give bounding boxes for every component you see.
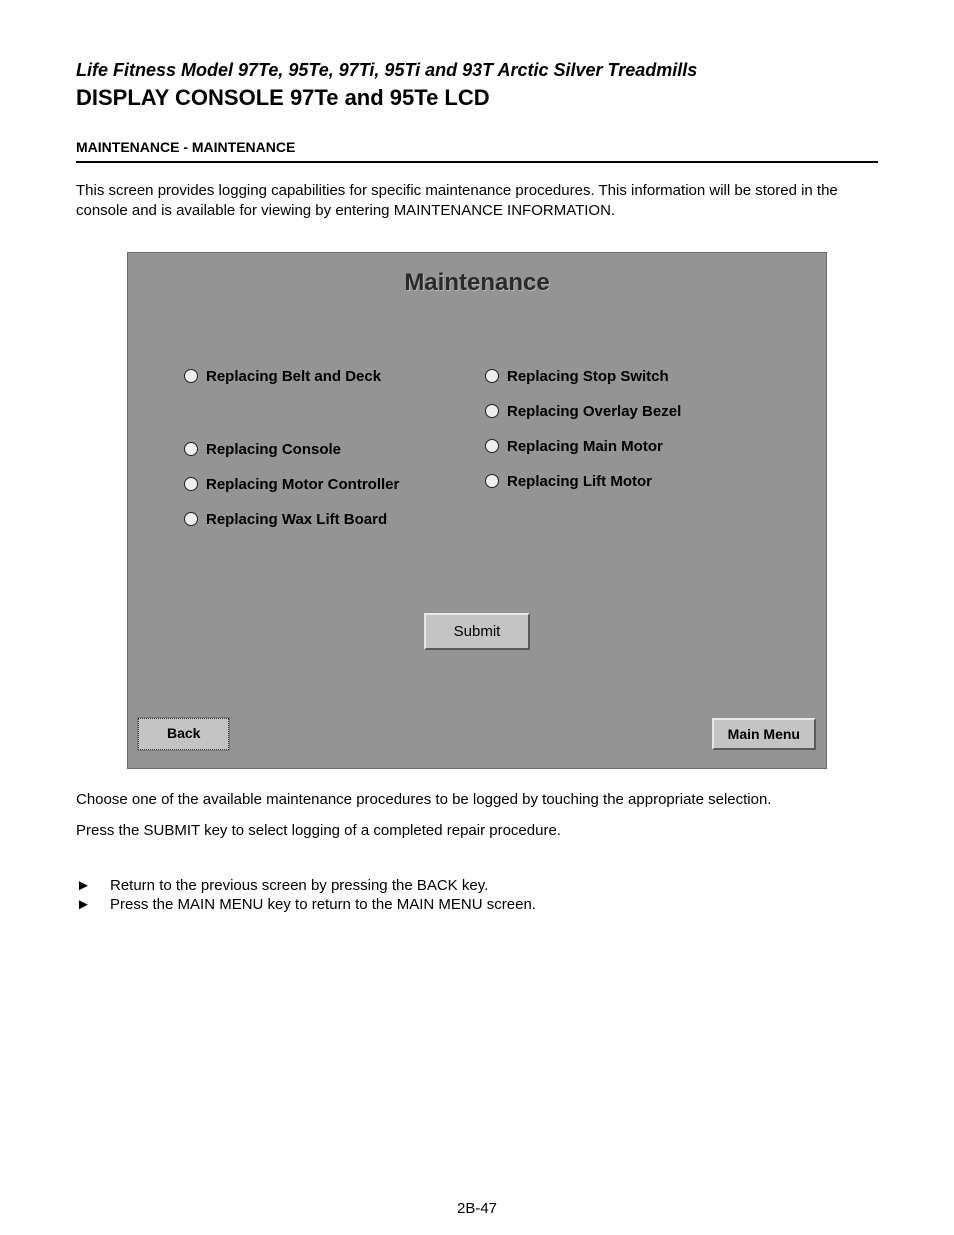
option-replacing-main-motor[interactable]: Replacing Main Motor [485,438,786,455]
options-left-column: Replacing Belt and Deck Replacing Consol… [184,368,485,546]
option-label: Replacing Console [206,441,341,458]
option-label: Replacing Stop Switch [507,368,669,385]
radio-icon [184,477,198,491]
page-title: DISPLAY CONSOLE 97Te and 95Te LCD [76,85,878,111]
bullet-text: Press the MAIN MENU key to return to the… [110,896,536,913]
options-right-column: Replacing Stop Switch Replacing Overlay … [485,368,786,546]
instruction-line-2: Press the SUBMIT key to select logging o… [76,822,878,839]
page-number: 2B-47 [0,1200,954,1217]
screen-title: Maintenance [128,253,826,297]
bottom-button-row: Back Main Menu [138,718,816,750]
radio-icon [485,474,499,488]
radio-icon [184,512,198,526]
option-replacing-wax-lift-board[interactable]: Replacing Wax Lift Board [184,511,485,528]
option-replacing-stop-switch[interactable]: Replacing Stop Switch [485,368,786,385]
bullet-mainmenu: ► Press the MAIN MENU key to return to t… [76,896,878,913]
spacer [184,403,485,441]
back-button[interactable]: Back [138,718,229,750]
option-label: Replacing Lift Motor [507,473,652,490]
options-area: Replacing Belt and Deck Replacing Consol… [184,368,786,546]
section-label: MAINTENANCE - MAINTENANCE [76,139,878,163]
option-replacing-motor-controller[interactable]: Replacing Motor Controller [184,476,485,493]
submit-button[interactable]: Submit [424,613,531,650]
arrow-icon: ► [76,896,110,913]
option-label: Replacing Motor Controller [206,476,399,493]
instruction-line-1: Choose one of the available maintenance … [76,791,878,808]
radio-icon [485,404,499,418]
radio-icon [485,439,499,453]
bullet-back: ► Return to the previous screen by press… [76,877,878,894]
arrow-icon: ► [76,877,110,894]
model-line: Life Fitness Model 97Te, 95Te, 97Ti, 95T… [76,60,878,81]
maintenance-screen: Maintenance Replacing Belt and Deck Repl… [127,252,827,769]
bullet-text: Return to the previous screen by pressin… [110,877,488,894]
option-label: Replacing Belt and Deck [206,368,381,385]
radio-icon [184,442,198,456]
bullet-block: ► Return to the previous screen by press… [76,877,878,913]
radio-icon [485,369,499,383]
option-replacing-lift-motor[interactable]: Replacing Lift Motor [485,473,786,490]
intro-paragraph: This screen provides logging capabilitie… [76,181,878,222]
submit-wrap: Submit [128,613,826,650]
radio-icon [184,369,198,383]
option-label: Replacing Overlay Bezel [507,403,681,420]
option-label: Replacing Main Motor [507,438,663,455]
option-replacing-console[interactable]: Replacing Console [184,441,485,458]
option-replacing-overlay-bezel[interactable]: Replacing Overlay Bezel [485,403,786,420]
option-label: Replacing Wax Lift Board [206,511,387,528]
option-replacing-belt-deck[interactable]: Replacing Belt and Deck [184,368,485,385]
main-menu-button[interactable]: Main Menu [712,718,816,750]
